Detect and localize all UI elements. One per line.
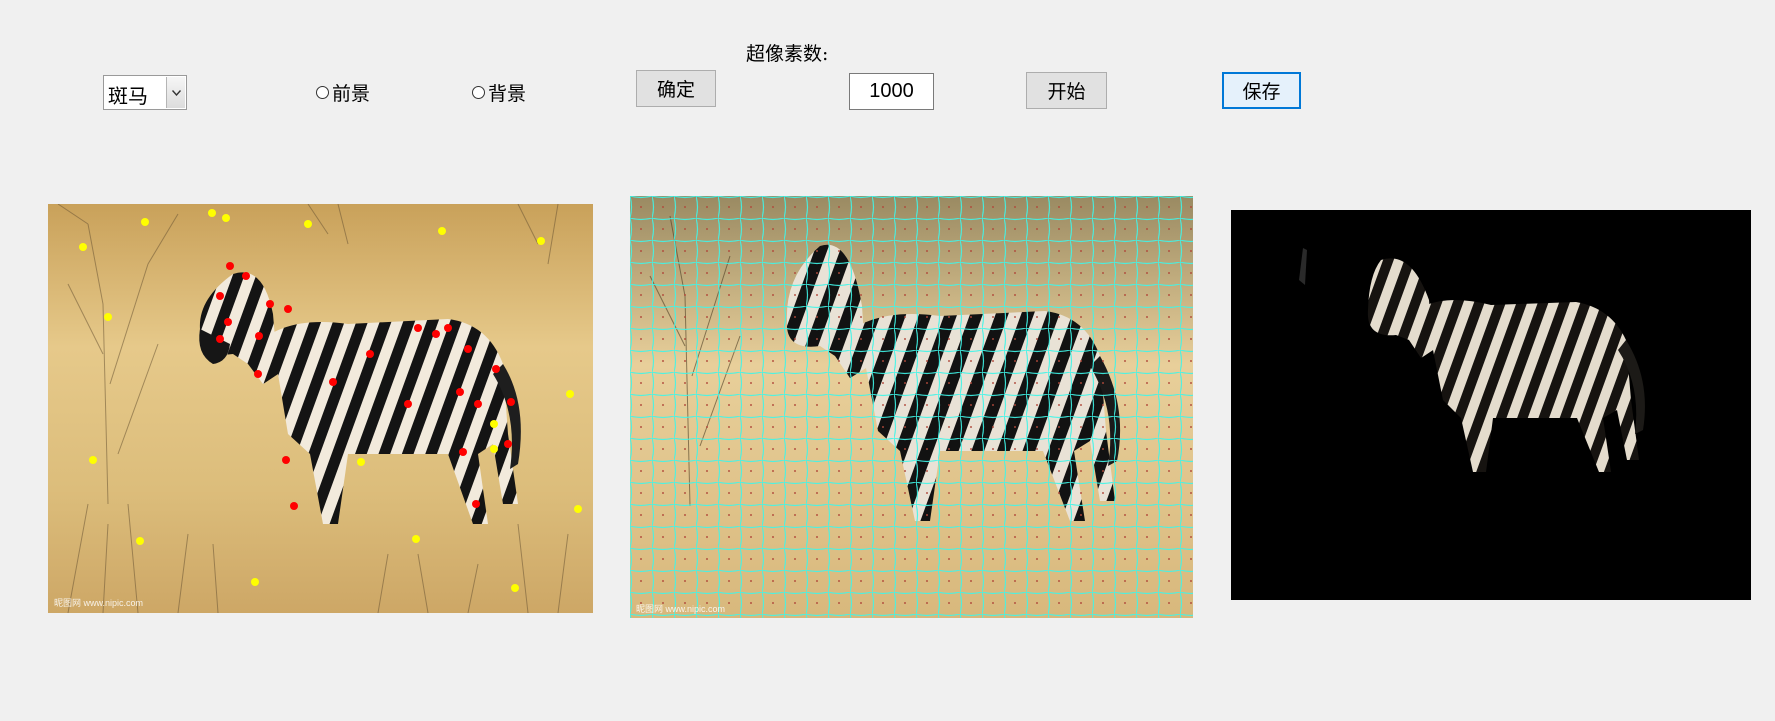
radio-background-label: 背景 — [488, 83, 527, 105]
annotated-image-panel[interactable]: 昵图网 www.nipic.com — [48, 204, 593, 613]
result-image-panel[interactable] — [1231, 210, 1751, 600]
superpixel-count-input[interactable]: 1000 — [849, 73, 934, 110]
save-button[interactable]: 保存 — [1222, 72, 1301, 109]
superpixel-image[interactable]: 昵图网 www.nipic.com — [630, 196, 1193, 618]
radio-circle-icon[interactable] — [316, 86, 329, 99]
radio-circle-icon[interactable] — [472, 86, 485, 99]
class-select-value: 斑马 — [108, 84, 148, 108]
confirm-button[interactable]: 确定 — [636, 70, 716, 107]
radio-foreground-label: 前景 — [332, 83, 371, 105]
start-button[interactable]: 开始 — [1026, 72, 1107, 109]
watermark: 昵图网 www.nipic.com — [636, 604, 725, 614]
annotated-image[interactable]: 昵图网 www.nipic.com — [48, 204, 593, 613]
superpixel-count-label: 超像素数: — [746, 43, 829, 65]
radio-foreground[interactable]: 前景 — [316, 79, 370, 106]
class-select[interactable]: 斑马 — [103, 75, 187, 110]
watermark: 昵图网 www.nipic.com — [54, 598, 143, 608]
superpixel-image-panel[interactable]: 昵图网 www.nipic.com — [630, 196, 1193, 618]
result-image[interactable] — [1231, 210, 1751, 600]
radio-background[interactable]: 背景 — [472, 79, 526, 106]
chevron-down-icon[interactable] — [166, 77, 185, 108]
